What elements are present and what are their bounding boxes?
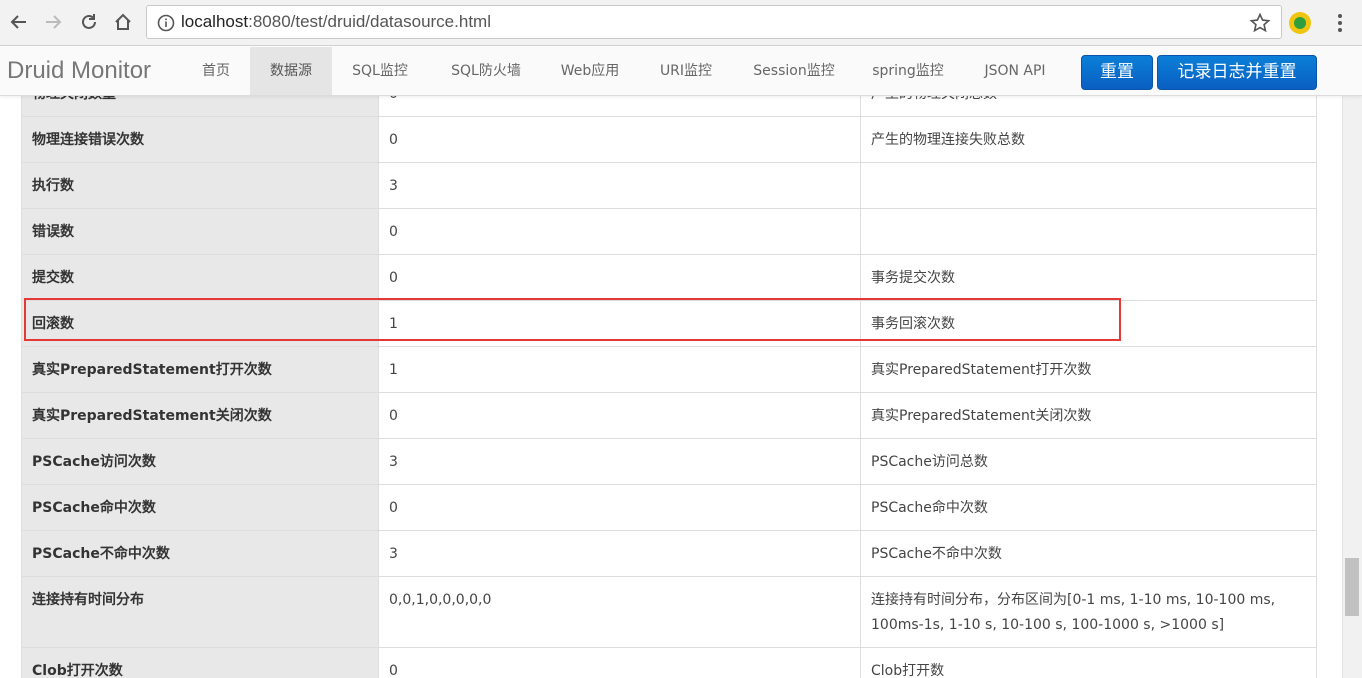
datasource-stats-table: 物理关闭数量 0 产生的物理关闭总数 物理连接错误次数 0 产生的物理连接失败总… [21, 96, 1317, 678]
table-row-rollback: 回滚数 1 事务回滚次数 [21, 300, 1317, 347]
browser-menu-icon[interactable] [1330, 12, 1350, 34]
row-value: 1 [378, 346, 861, 393]
extension-icon[interactable] [1289, 12, 1311, 34]
row-desc: 事务回滚次数 [860, 300, 1317, 347]
row-desc: 真实PreparedStatement打开次数 [860, 346, 1317, 393]
reload-icon[interactable] [76, 9, 102, 35]
url-path: :8080/test/druid/datasource.html [248, 12, 491, 31]
row-desc: 真实PreparedStatement关闭次数 [860, 392, 1317, 439]
nav-sql-firewall[interactable]: SQL防火墙 [434, 47, 538, 95]
row-name: 回滚数 [21, 300, 379, 347]
row-value: 0 [378, 96, 861, 117]
row-value: 0 [378, 392, 861, 439]
table-row: 物理连接错误次数 0 产生的物理连接失败总数 [21, 116, 1317, 163]
reset-button[interactable]: 重置 [1081, 55, 1153, 90]
row-name: 物理连接错误次数 [21, 116, 379, 163]
row-name: PSCache不命中次数 [21, 530, 379, 577]
row-value: 3 [378, 162, 861, 209]
url-host: localhost [181, 12, 249, 31]
row-value: 0 [378, 647, 861, 678]
table-row: PSCache不命中次数 3 PSCache不命中次数 [21, 530, 1317, 577]
nav-web-app[interactable]: Web应用 [548, 47, 632, 95]
table-row: 提交数 0 事务提交次数 [21, 254, 1317, 301]
table-row: 错误数 0 [21, 208, 1317, 255]
datasource-content: 物理关闭数量 0 产生的物理关闭总数 物理连接错误次数 0 产生的物理连接失败总… [0, 96, 1342, 678]
row-value: 0 [378, 116, 861, 163]
row-desc: PSCache访问总数 [860, 438, 1317, 485]
row-value: 0,0,1,0,0,0,0,0 [378, 576, 861, 648]
nav-spring-monitor[interactable]: spring监控 [860, 47, 956, 95]
nav-sql-monitor[interactable]: SQL监控 [336, 47, 424, 95]
row-desc: PSCache命中次数 [860, 484, 1317, 531]
row-desc: 产生的物理连接失败总数 [860, 116, 1317, 163]
home-icon[interactable] [110, 9, 136, 35]
row-value: 1 [378, 300, 861, 347]
table-row: 执行数 3 [21, 162, 1317, 209]
browser-toolbar: localhost:8080/test/druid/datasource.htm… [0, 0, 1362, 46]
table-row: 物理关闭数量 0 产生的物理关闭总数 [21, 96, 1317, 117]
row-value: 3 [378, 438, 861, 485]
row-name: 连接持有时间分布 [21, 576, 379, 648]
address-bar[interactable]: localhost:8080/test/druid/datasource.htm… [146, 5, 1282, 39]
row-value: 0 [378, 484, 861, 531]
forward-icon[interactable] [40, 9, 66, 35]
row-desc [860, 162, 1317, 209]
row-name: 真实PreparedStatement关闭次数 [21, 392, 379, 439]
row-name: 错误数 [21, 208, 379, 255]
row-desc [860, 208, 1317, 255]
table-row: 连接持有时间分布 0,0,1,0,0,0,0,0 连接持有时间分布，分布区间为[… [21, 576, 1317, 648]
table-row: PSCache命中次数 0 PSCache命中次数 [21, 484, 1317, 531]
row-value: 0 [378, 208, 861, 255]
log-and-reset-button[interactable]: 记录日志并重置 [1157, 55, 1317, 90]
row-name: 提交数 [21, 254, 379, 301]
row-value: 0 [378, 254, 861, 301]
nav-session-monitor[interactable]: Session监控 [740, 47, 848, 95]
nav-datasource[interactable]: 数据源 [250, 47, 332, 95]
row-desc: Clob打开数 [860, 647, 1317, 678]
row-desc: 事务提交次数 [860, 254, 1317, 301]
row-name: 执行数 [21, 162, 379, 209]
bookmark-star-icon[interactable] [1249, 12, 1271, 34]
url-text[interactable]: localhost:8080/test/druid/datasource.htm… [181, 12, 491, 32]
table-row: Clob打开次数 0 Clob打开数 [21, 647, 1317, 678]
row-name: 真实PreparedStatement打开次数 [21, 346, 379, 393]
table-row: PSCache访问次数 3 PSCache访问总数 [21, 438, 1317, 485]
info-icon[interactable] [157, 14, 175, 32]
row-desc: PSCache不命中次数 [860, 530, 1317, 577]
nav-uri-monitor[interactable]: URI监控 [644, 47, 728, 95]
row-name: PSCache命中次数 [21, 484, 379, 531]
row-name: PSCache访问次数 [21, 438, 379, 485]
nav-home[interactable]: 首页 [183, 47, 249, 95]
nav-json-api[interactable]: JSON API [968, 47, 1062, 95]
brand-title[interactable]: Druid Monitor [7, 57, 151, 85]
back-icon[interactable] [6, 9, 32, 35]
app-navbar: Druid Monitor 首页 数据源 SQL监控 SQL防火墙 Web应用 … [0, 47, 1362, 96]
row-value: 3 [378, 530, 861, 577]
row-name: Clob打开次数 [21, 647, 379, 678]
table-row: 真实PreparedStatement关闭次数 0 真实PreparedStat… [21, 392, 1317, 439]
row-name: 物理关闭数量 [21, 96, 379, 117]
table-row: 真实PreparedStatement打开次数 1 真实PreparedStat… [21, 346, 1317, 393]
scrollbar-thumb[interactable] [1345, 558, 1359, 616]
row-desc: 产生的物理关闭总数 [860, 96, 1317, 117]
row-desc: 连接持有时间分布，分布区间为[0-1 ms, 1-10 ms, 10-100 m… [860, 576, 1317, 648]
